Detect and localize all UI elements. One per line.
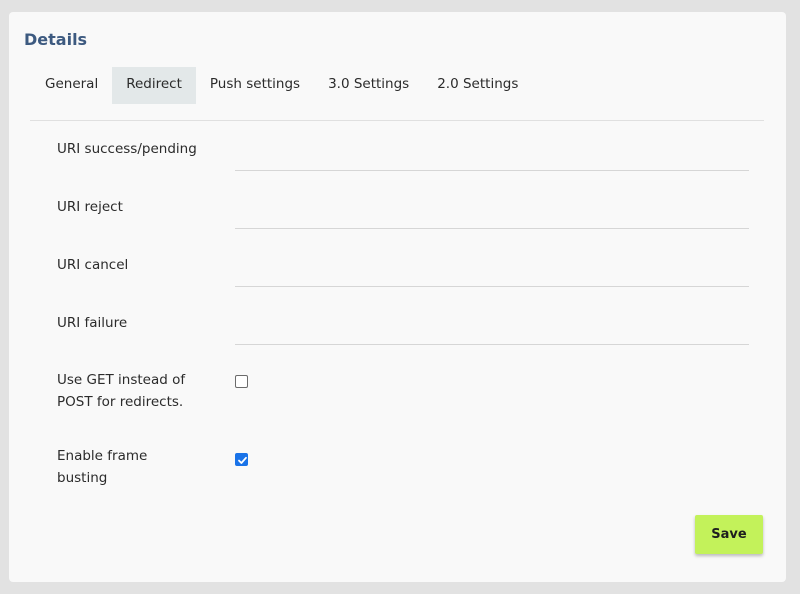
uri-reject-row: URI reject [57, 196, 757, 229]
details-card: Details General Redirect Push settings 3… [9, 12, 786, 582]
use-get-row: Use GET instead of POST for redirects. [57, 369, 757, 413]
use-get-label-line2: POST for redirects. [57, 394, 184, 410]
frame-busting-label-line2: busting [57, 470, 108, 486]
uri-failure-row: URI failure [57, 312, 757, 345]
use-get-label-line1: Use GET instead of [57, 372, 186, 388]
tab-2-0-settings[interactable]: 2.0 Settings [423, 67, 532, 104]
uri-cancel-label: URI cancel [57, 257, 129, 273]
tab-push-settings[interactable]: Push settings [196, 67, 314, 104]
uri-failure-label: URI failure [57, 315, 128, 331]
card-title: Details [24, 30, 88, 49]
tab-divider [30, 120, 764, 121]
uri-reject-label: URI reject [57, 199, 123, 215]
uri-cancel-input[interactable] [235, 264, 749, 287]
tab-3-0-settings[interactable]: 3.0 Settings [314, 67, 423, 104]
frame-busting-label-line1: Enable frame [57, 448, 148, 464]
frame-busting-row: Enable frame busting [57, 445, 757, 489]
uri-success-input[interactable] [235, 148, 749, 171]
uri-reject-input[interactable] [235, 206, 749, 229]
tab-general[interactable]: General [31, 67, 112, 104]
tab-bar: General Redirect Push settings 3.0 Setti… [31, 67, 532, 104]
uri-success-row: URI success/pending [57, 138, 757, 171]
frame-busting-checkbox[interactable] [235, 453, 248, 466]
save-button[interactable]: Save [695, 515, 763, 554]
checkmark-icon [238, 456, 247, 464]
uri-cancel-row: URI cancel [57, 254, 757, 287]
uri-success-label: URI success/pending [57, 141, 197, 157]
tab-redirect[interactable]: Redirect [112, 67, 196, 104]
uri-failure-input[interactable] [235, 322, 749, 345]
use-get-checkbox[interactable] [235, 375, 248, 388]
